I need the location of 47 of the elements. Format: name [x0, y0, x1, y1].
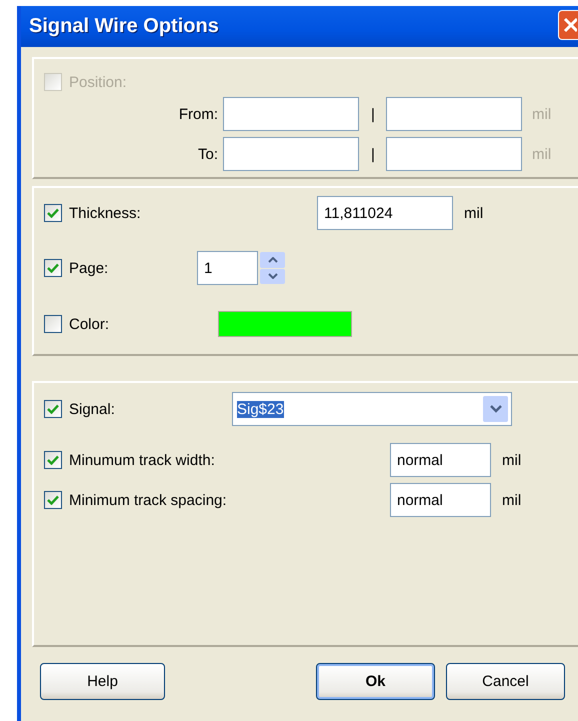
check-icon	[47, 263, 59, 273]
chevron-up-icon	[268, 256, 278, 263]
unit-label: mil	[532, 146, 552, 162]
close-button[interactable]	[558, 10, 578, 40]
track-label: Minimum track spacing:	[69, 492, 227, 508]
thickness-label: Thickness:	[69, 204, 141, 222]
checkbox[interactable]	[44, 315, 62, 333]
input-field[interactable]	[223, 97, 359, 131]
thickness-field[interactable]: 11,811024	[317, 196, 453, 230]
signal-label: Signal:	[69, 400, 115, 418]
check-icon	[47, 455, 59, 465]
coordinate-label: To:	[198, 146, 218, 162]
check-icon	[47, 404, 59, 414]
color-label: Color:	[69, 316, 110, 332]
check-icon	[47, 208, 59, 218]
unit-label: mil	[502, 492, 522, 508]
dialog-button[interactable]: Ok	[316, 663, 435, 700]
unit-label: mil	[532, 106, 552, 122]
spin-buttons[interactable]	[260, 252, 285, 284]
checkbox[interactable]	[44, 204, 62, 222]
dialog-button[interactable]: Help	[40, 663, 165, 700]
input-field[interactable]	[386, 137, 522, 171]
separator: |	[371, 146, 375, 162]
window-title: Signal Wire Options	[29, 15, 219, 38]
coordinate-label: From:	[178, 106, 218, 122]
unit-label: mil	[464, 204, 484, 222]
input-field[interactable]	[386, 97, 522, 131]
track-field[interactable]: normal	[390, 483, 491, 517]
checkbox[interactable]	[44, 491, 62, 509]
check-icon	[47, 495, 59, 505]
color-swatch[interactable]	[218, 311, 352, 337]
track-field[interactable]: normal	[390, 443, 491, 477]
chevron-down-icon	[490, 405, 502, 413]
track-label: Minumum track width:	[69, 452, 215, 468]
unit-label: mil	[502, 452, 522, 468]
page-label: Page:	[69, 260, 108, 276]
signal-dropdown[interactable]: Sig$23	[232, 392, 512, 426]
separator: |	[371, 106, 375, 122]
chevron-down-icon	[268, 273, 278, 280]
page-field[interactable]: 1	[197, 251, 258, 285]
checkbox[interactable]	[44, 400, 62, 418]
checkbox[interactable]	[44, 451, 62, 469]
close-icon	[563, 17, 577, 33]
input-field[interactable]	[223, 137, 359, 171]
position-label: Position:	[69, 74, 127, 90]
dialog-button[interactable]: Cancel	[446, 663, 565, 700]
checkbox[interactable]	[44, 259, 62, 277]
